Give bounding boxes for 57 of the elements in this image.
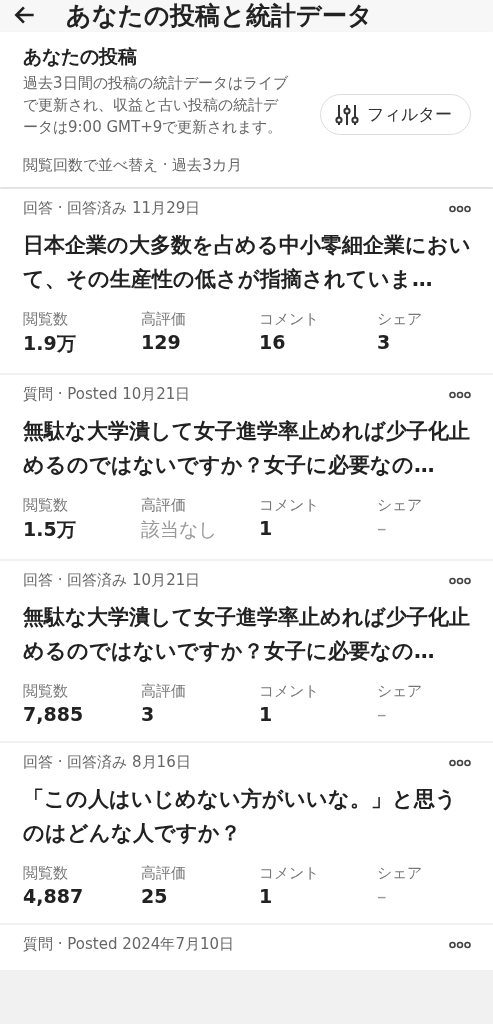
- stat-value: 1: [259, 517, 273, 539]
- more-icon[interactable]: [449, 576, 471, 585]
- section-title: あなたの投稿: [23, 44, 138, 69]
- filter-button[interactable]: フィルター: [320, 94, 471, 135]
- stat-value: 4,887: [23, 885, 84, 907]
- more-icon[interactable]: [449, 758, 471, 767]
- stat-value: –: [377, 885, 387, 907]
- more-icon[interactable]: [449, 204, 471, 213]
- stat-label: シェア: [377, 864, 422, 883]
- stat-label: 高評価: [141, 310, 186, 329]
- stat-label: シェア: [377, 496, 422, 515]
- stat-label: シェア: [377, 310, 422, 329]
- stat-label: 閲覧数: [23, 682, 68, 701]
- stat-value: 16: [259, 331, 286, 353]
- post-meta: 回答 · 回答済み 11月29日: [23, 199, 201, 218]
- stat-label: 閲覧数: [23, 864, 68, 883]
- post-card[interactable]: 質問 · Posted 2024年7月10日: [0, 925, 493, 970]
- stat-value: –: [377, 703, 387, 725]
- post-title[interactable]: 「この人はいじめない方がいいな。」と思うのはどんな人ですか？: [23, 782, 473, 850]
- stat-value: 25: [141, 885, 168, 907]
- stat-value: 3: [141, 703, 155, 725]
- stat-value: 該当なし: [141, 517, 217, 542]
- stat-label: 閲覧数: [23, 496, 68, 515]
- stat-value: 1: [259, 885, 273, 907]
- stat-label: コメント: [259, 682, 319, 701]
- stat-label: 閲覧数: [23, 310, 68, 329]
- sort-label[interactable]: 閲覧回数で並べ替え · 過去3カ月: [23, 156, 471, 175]
- stat-value: 3: [377, 331, 391, 353]
- stat-value: 7,885: [23, 703, 84, 725]
- post-meta: 質問 · Posted 2024年7月10日: [23, 935, 234, 954]
- stat-value: 129: [141, 331, 181, 353]
- post-title[interactable]: 無駄な大学潰して女子進学率止めれば少子化止めるのではないですか？女子に必要なの…: [23, 600, 473, 668]
- stat-label: 高評価: [141, 864, 186, 883]
- post-card[interactable]: 回答 · 回答済み 8月16日 「この人はいじめない方がいいな。」と思うのはどんな人ですか？ 閲覧数 4,887 高評価 25 コメント 1 シェア –: [0, 743, 493, 923]
- post-meta: 回答 · 回答済み 10月21日: [23, 571, 201, 590]
- stat-label: コメント: [259, 496, 319, 515]
- description-text: 過去3日間の投稿の統計データはライブで更新され、収益と古い投稿の統計データは9:00 GMT+9で更新されます。: [23, 73, 289, 138]
- post-meta: 質問 · Posted 10月21日: [23, 385, 191, 404]
- stat-label: コメント: [259, 864, 319, 883]
- stat-value: 1: [259, 703, 273, 725]
- sliders-icon: [335, 103, 359, 126]
- stat-label: 高評価: [141, 496, 186, 515]
- post-meta: 回答 · 回答済み 8月16日: [23, 753, 191, 772]
- stat-value: 1.9万: [23, 331, 76, 356]
- post-title[interactable]: 日本企業の大多数を占める中小零細企業において、その生産性の低さが指摘されていま…: [23, 228, 473, 296]
- page-title: あなたの投稿と統計データ: [66, 0, 373, 32]
- post-card[interactable]: 回答 · 回答済み 11月29日 日本企業の大多数を占める中小零細企業において、その生産性の低さが指摘されていま… 閲覧数 1.9万 高評価 129 コメント 16 シェア 3: [0, 189, 493, 373]
- stat-label: 高評価: [141, 682, 186, 701]
- stat-value: –: [377, 517, 387, 539]
- post-card[interactable]: 質問 · Posted 10月21日 無駄な大学潰して女子進学率止めれば少子化止めるのではないですか？女子に必要なの… 閲覧数 1.5万 高評価 該当なし コメント 1 シェア –: [0, 375, 493, 559]
- more-icon[interactable]: [449, 940, 471, 949]
- stat-label: シェア: [377, 682, 422, 701]
- post-title[interactable]: 無駄な大学潰して女子進学率止めれば少子化止めるのではないですか？女子に必要なの…: [23, 414, 473, 482]
- stat-label: コメント: [259, 310, 319, 329]
- post-card[interactable]: 回答 · 回答済み 10月21日 無駄な大学潰して女子進学率止めれば少子化止めるのではないですか？女子に必要なの… 閲覧数 7,885 高評価 3 コメント 1 シェア –: [0, 561, 493, 741]
- stat-value: 1.5万: [23, 517, 76, 542]
- more-icon[interactable]: [449, 390, 471, 399]
